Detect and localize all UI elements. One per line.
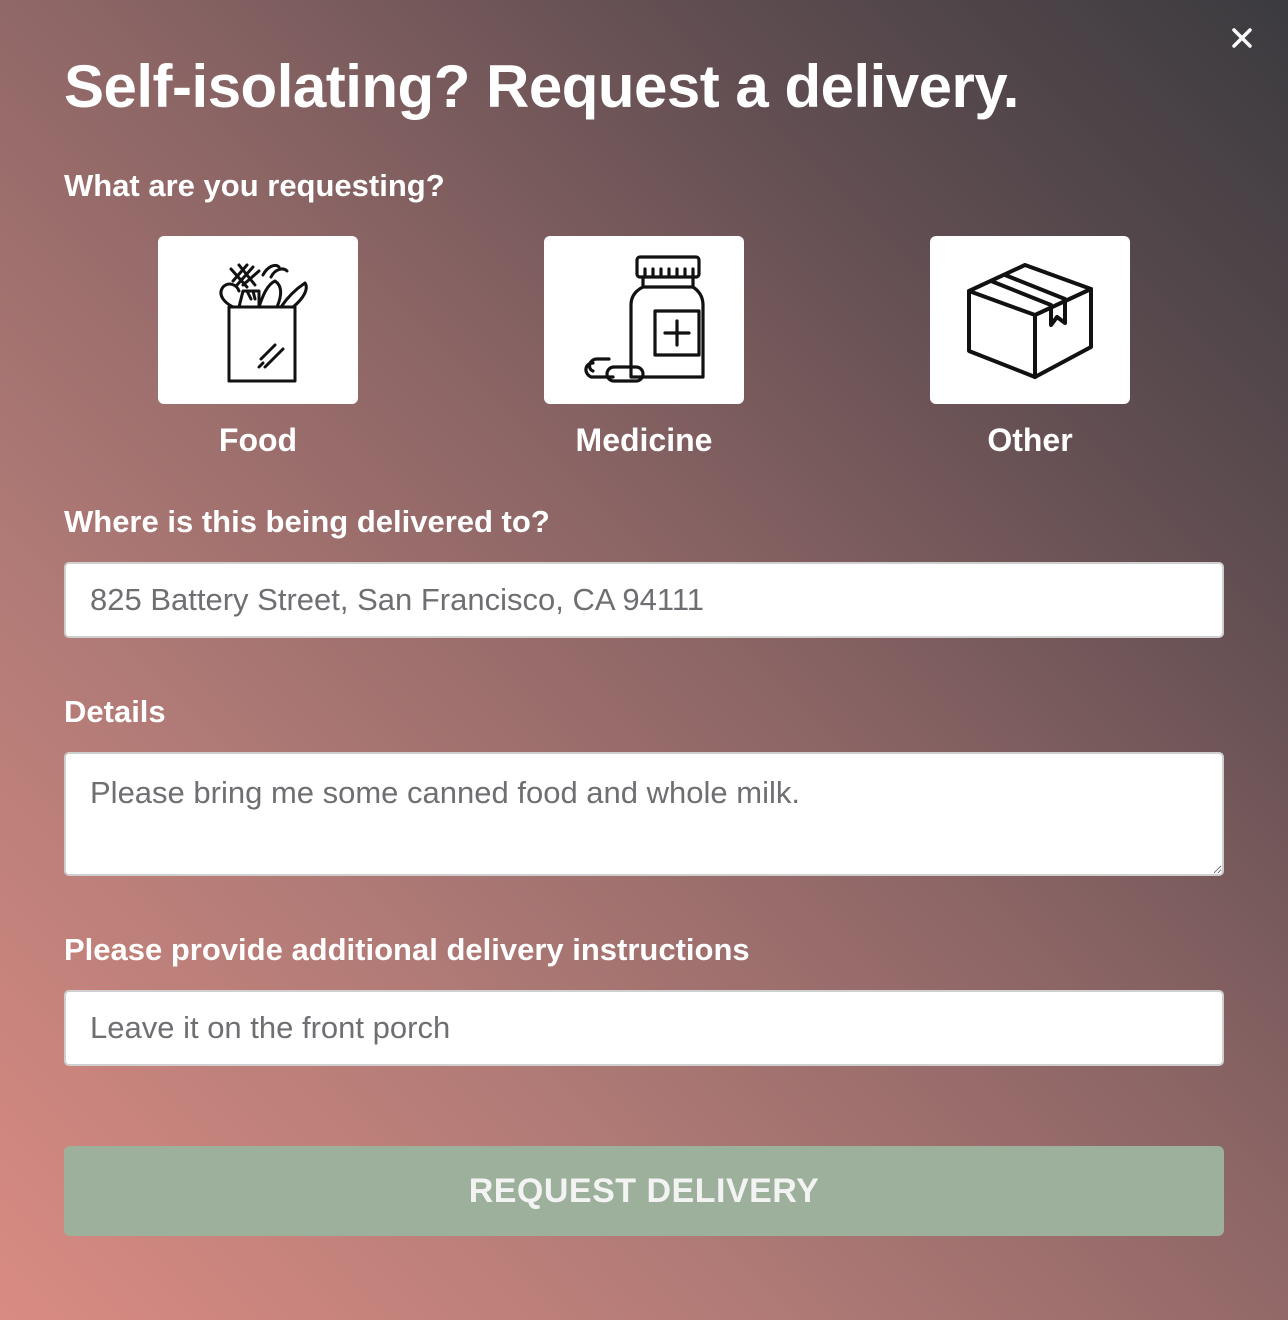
option-other[interactable]: Other (930, 236, 1130, 459)
option-food[interactable]: Food (158, 236, 358, 459)
option-medicine[interactable]: Medicine (544, 236, 744, 459)
package-box-icon (967, 263, 1093, 379)
page-title: Self-isolating? Request a delivery. (64, 53, 1019, 120)
address-input[interactable] (64, 562, 1224, 638)
address-label: Where is this being delivered to? (64, 504, 550, 539)
option-food-tile[interactable] (158, 236, 358, 404)
close-icon (1232, 28, 1252, 48)
option-medicine-label: Medicine (575, 422, 713, 458)
request-type-label: What are you requesting? (64, 168, 445, 203)
grocery-bag-icon (219, 263, 308, 383)
option-other-tile[interactable] (930, 236, 1130, 404)
close-button[interactable] (1228, 24, 1256, 52)
option-medicine-tile[interactable] (544, 236, 744, 404)
details-label: Details (64, 694, 166, 729)
details-textarea[interactable] (64, 752, 1224, 876)
option-other-label: Other (987, 422, 1073, 458)
instructions-input[interactable] (64, 990, 1224, 1066)
option-food-label: Food (218, 422, 298, 458)
instructions-label: Please provide additional delivery instr… (64, 932, 750, 967)
medicine-bottle-icon (584, 255, 705, 383)
request-delivery-button[interactable]: REQUEST DELIVERY (64, 1146, 1224, 1236)
